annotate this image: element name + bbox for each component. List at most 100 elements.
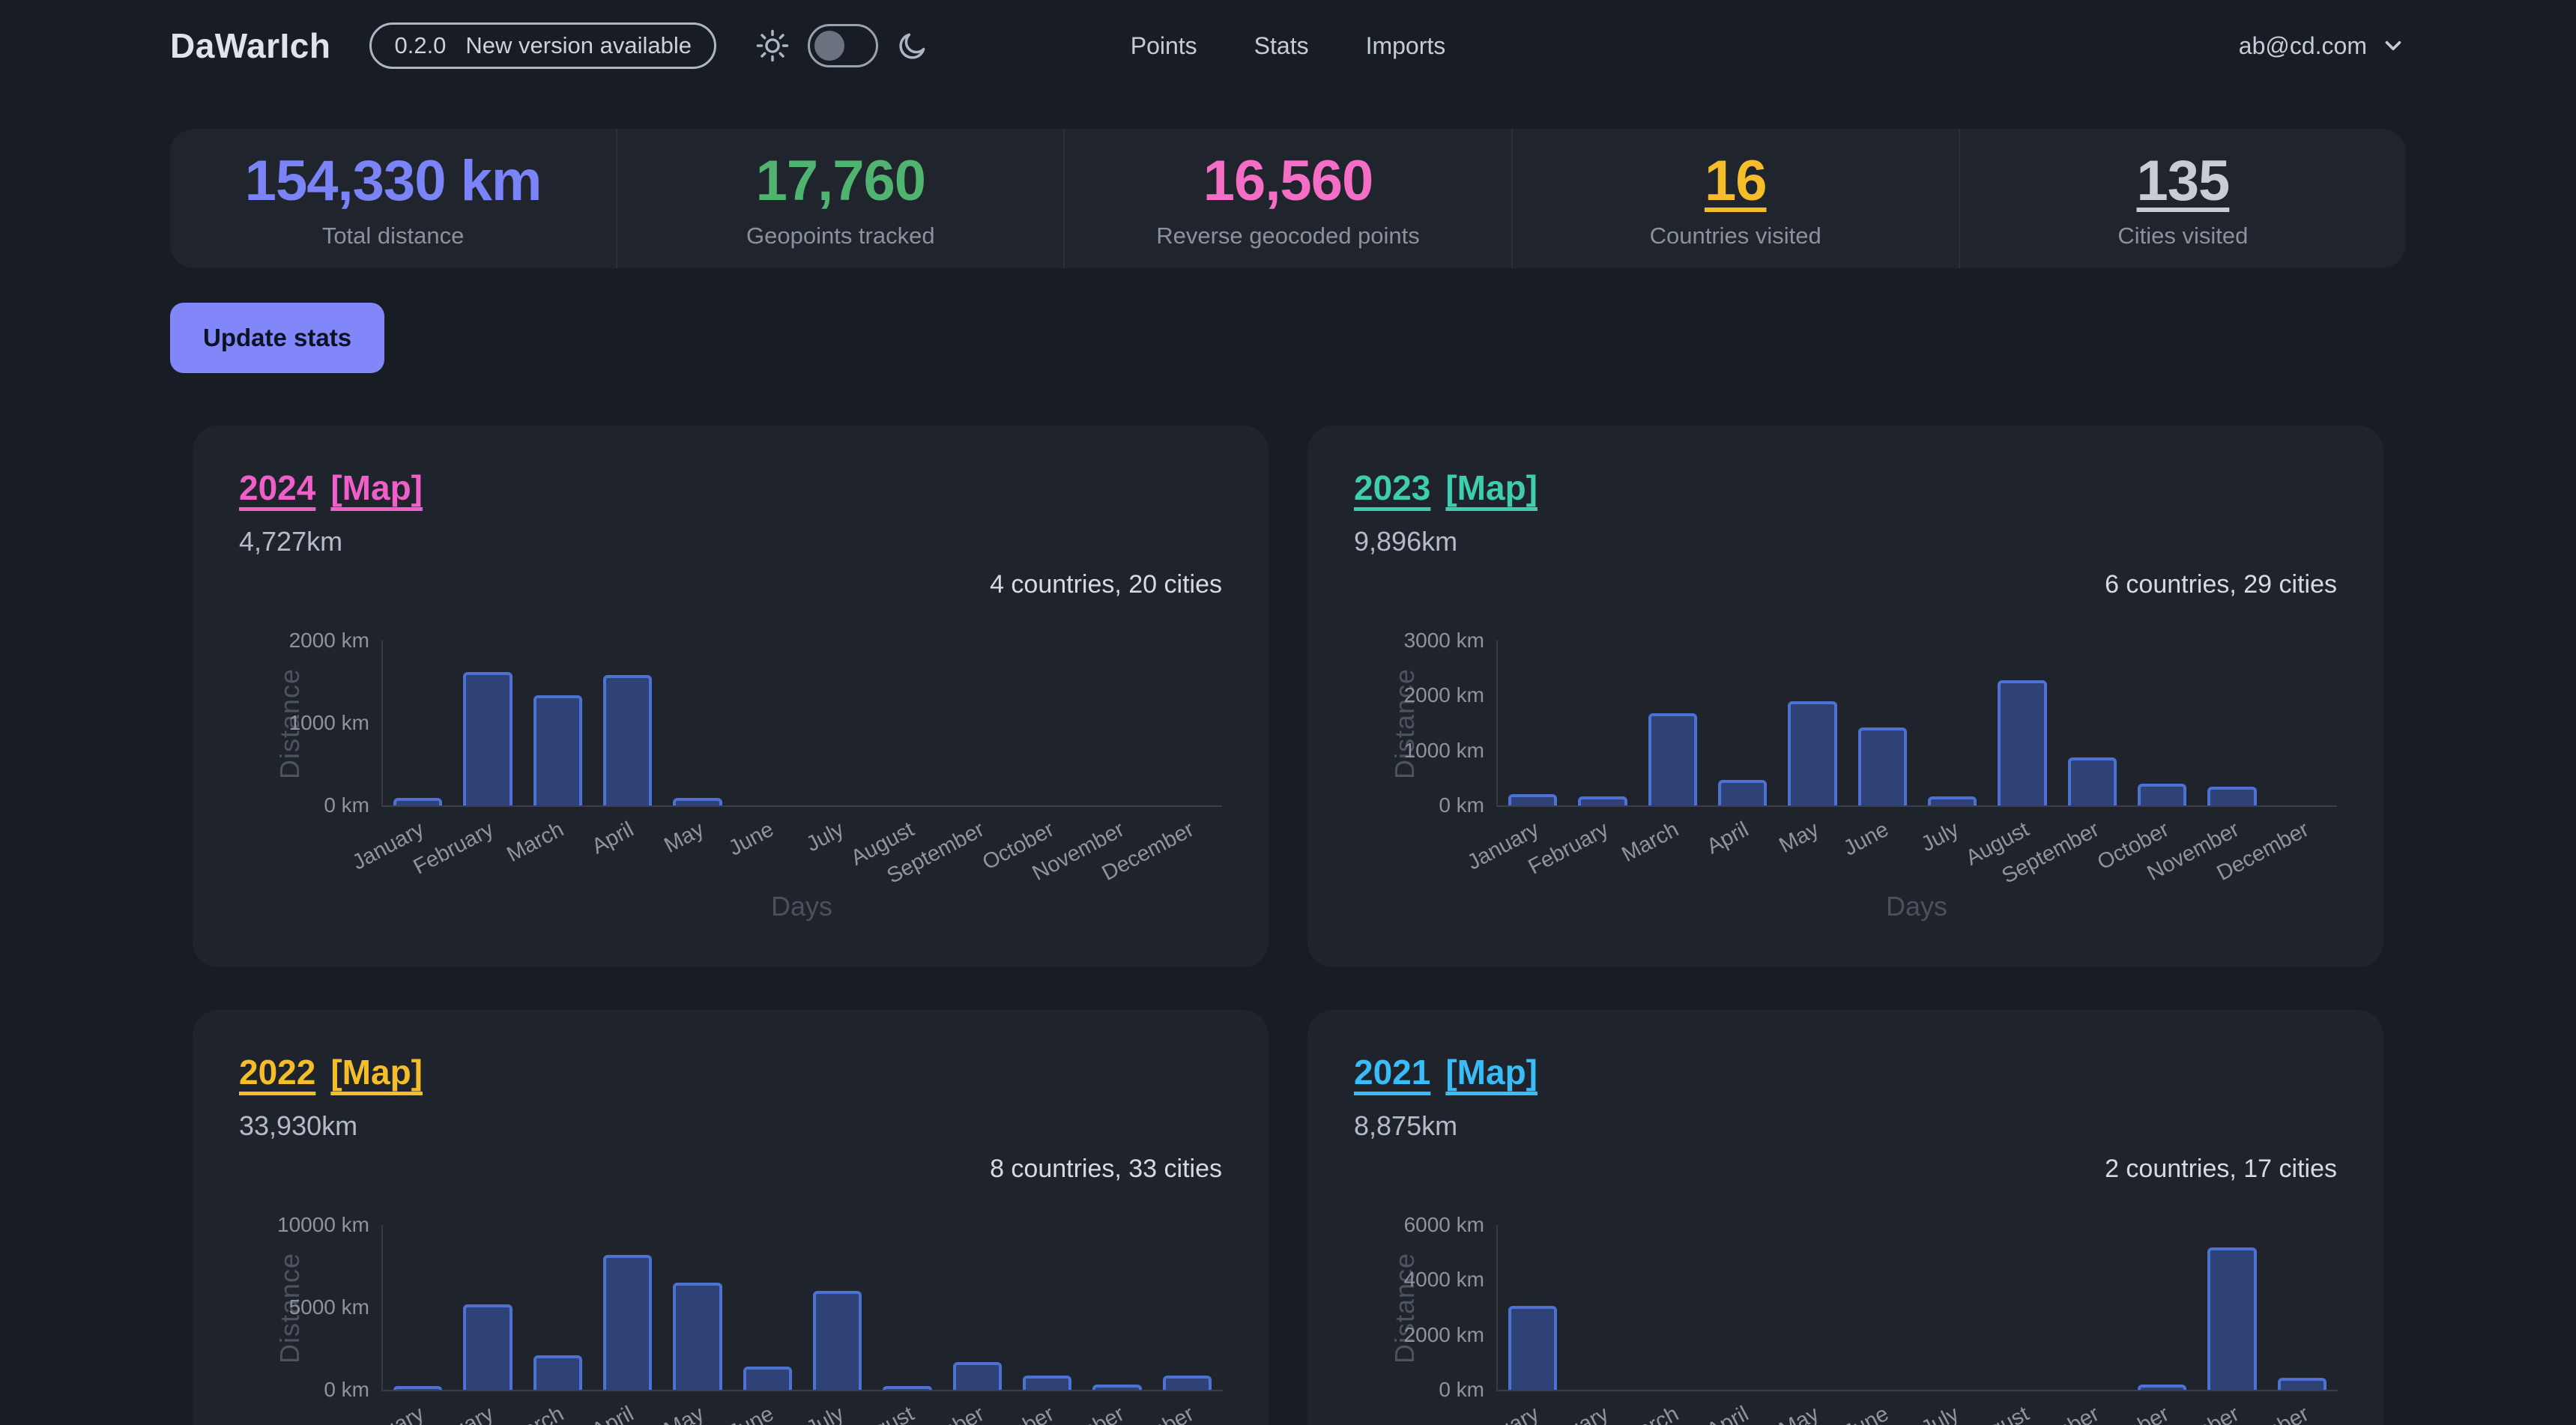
bar-slot: [872, 1225, 942, 1390]
x-tick-label: June: [725, 817, 778, 862]
bar-november: [1092, 1385, 1141, 1390]
year-summary: 4 countries, 20 cities: [239, 569, 1222, 600]
bar-slot: [1567, 1225, 1637, 1390]
year-card-2022: 2022 [Map] 33,930km 8 countries, 33 citi…: [193, 1010, 1269, 1425]
bar-slot: [1012, 641, 1082, 805]
y-tick-label: 1000 km: [1404, 739, 1484, 763]
year-link[interactable]: 2024: [239, 468, 315, 509]
bar-slot: [1152, 641, 1222, 805]
x-tick-label: June: [725, 1402, 778, 1425]
bar-september: [2068, 757, 2117, 805]
bar-slot: [2197, 1225, 2267, 1390]
theme-toggle[interactable]: [808, 24, 878, 67]
bar-slot: [662, 641, 732, 805]
bar-slot: [1498, 1225, 1567, 1390]
version-badge[interactable]: 0.2.0 New version available: [369, 22, 716, 69]
main-nav: Points Stats Imports: [1131, 32, 1446, 60]
x-tick-label: May: [660, 1402, 708, 1425]
bar-slot: [943, 641, 1012, 805]
map-link[interactable]: [Map]: [330, 468, 423, 509]
map-link[interactable]: [Map]: [330, 1052, 423, 1093]
bar-slot: [2058, 1225, 2127, 1390]
stat-value: 17,760: [756, 148, 925, 214]
y-tick-label: 2000 km: [1404, 1323, 1484, 1347]
stat-value: 16,560: [1203, 148, 1373, 214]
x-tick-label: July: [802, 817, 848, 857]
bar-november: [2207, 1247, 2256, 1390]
update-stats-button[interactable]: Update stats: [170, 303, 384, 373]
bar-january: [1508, 1306, 1557, 1390]
year-card-2021: 2021 [Map] 8,875km 2 countries, 17 citie…: [1307, 1010, 2383, 1425]
bar-may: [673, 798, 722, 805]
cities-link[interactable]: 135: [2137, 148, 2230, 214]
bar-slot: [733, 1225, 802, 1390]
year-summary: 6 countries, 29 cities: [1354, 569, 2337, 600]
x-axis-title: Days: [381, 891, 1222, 922]
nav-stats[interactable]: Stats: [1254, 32, 1309, 60]
x-tick-label: July: [1917, 1402, 1963, 1425]
stat-label: Geopoints tracked: [746, 223, 935, 249]
moon-icon: [896, 29, 929, 62]
plot-area: 0 km1000 km2000 km3000 km: [1496, 641, 2337, 807]
bar-december: [2278, 1378, 2326, 1391]
toggle-knob: [814, 31, 844, 61]
bar-slot: [872, 641, 942, 805]
year-link[interactable]: 2022: [239, 1052, 315, 1093]
y-tick-label: 1000 km: [289, 711, 369, 735]
nav-points[interactable]: Points: [1131, 32, 1197, 60]
stat-geopoints: 17,760 Geopoints tracked: [616, 129, 1063, 268]
bar-may: [673, 1283, 722, 1390]
bar-slot: [2127, 641, 2197, 805]
bar-slot: [2267, 641, 2337, 805]
bar-may: [1788, 701, 1836, 805]
bar-june: [1858, 727, 1907, 805]
bar-march: [1648, 713, 1697, 805]
bar-slot: [1987, 1225, 2057, 1390]
bar-slot: [593, 641, 662, 805]
x-tick-label: May: [1775, 817, 1823, 859]
bar-slot: [1848, 641, 1917, 805]
distance-bar-chart: Distance 0 km1000 km2000 km JanuaryFebru…: [239, 641, 1222, 922]
bar-october: [2138, 784, 2186, 805]
plot-area: 0 km1000 km2000 km: [381, 641, 1222, 807]
x-tick-label: April: [1703, 1402, 1753, 1425]
bar-slot: [1917, 1225, 1987, 1390]
x-tick-label: January: [1463, 1402, 1544, 1425]
map-link[interactable]: [Map]: [1445, 1052, 1538, 1093]
nav-imports[interactable]: Imports: [1366, 32, 1446, 60]
bar-slot: [523, 1225, 593, 1390]
bar-slot: [593, 1225, 662, 1390]
y-tick-label: 4000 km: [1404, 1268, 1484, 1292]
bar-slot: [1638, 1225, 1708, 1390]
year-distance: 9,896km: [1354, 525, 2337, 558]
bar-november: [2207, 787, 2256, 805]
stat-label: Reverse geocoded points: [1156, 223, 1420, 249]
bar-july: [1928, 796, 1977, 805]
y-tick-label: 0 km: [1439, 1378, 1484, 1402]
version-note: New version available: [465, 32, 692, 59]
user-menu[interactable]: ab@cd.com: [2239, 32, 2406, 60]
y-tick-label: 6000 km: [1404, 1213, 1484, 1237]
bar-slot: [1012, 1225, 1082, 1390]
bar-august: [1998, 680, 2046, 805]
year-link[interactable]: 2021: [1354, 1052, 1430, 1093]
bar-slot: [383, 1225, 453, 1390]
x-tick-label: July: [802, 1402, 848, 1425]
y-tick-label: 10000 km: [277, 1213, 369, 1237]
x-axis-labels: JanuaryFebruaryMarchAprilMayJuneJulyAugu…: [381, 1391, 1222, 1425]
x-tick-label: May: [660, 817, 708, 859]
year-link[interactable]: 2023: [1354, 468, 1430, 509]
x-axis-labels: JanuaryFebruaryMarchAprilMayJuneJulyAugu…: [1496, 1391, 2337, 1425]
x-tick-label: June: [1840, 1402, 1893, 1425]
countries-link[interactable]: 16: [1705, 148, 1767, 214]
stat-value: 154,330 km: [245, 148, 542, 214]
map-link[interactable]: [Map]: [1445, 468, 1538, 509]
bar-march: [533, 1355, 582, 1390]
bar-slot: [1708, 1225, 1777, 1390]
user-email: ab@cd.com: [2239, 32, 2367, 60]
y-tick-label: 2000 km: [289, 629, 369, 653]
bar-slot: [802, 641, 872, 805]
stat-reverse-geocoded: 16,560 Reverse geocoded points: [1063, 129, 1511, 268]
bar-slot: [662, 1225, 732, 1390]
y-tick-label: 0 km: [324, 1378, 369, 1402]
